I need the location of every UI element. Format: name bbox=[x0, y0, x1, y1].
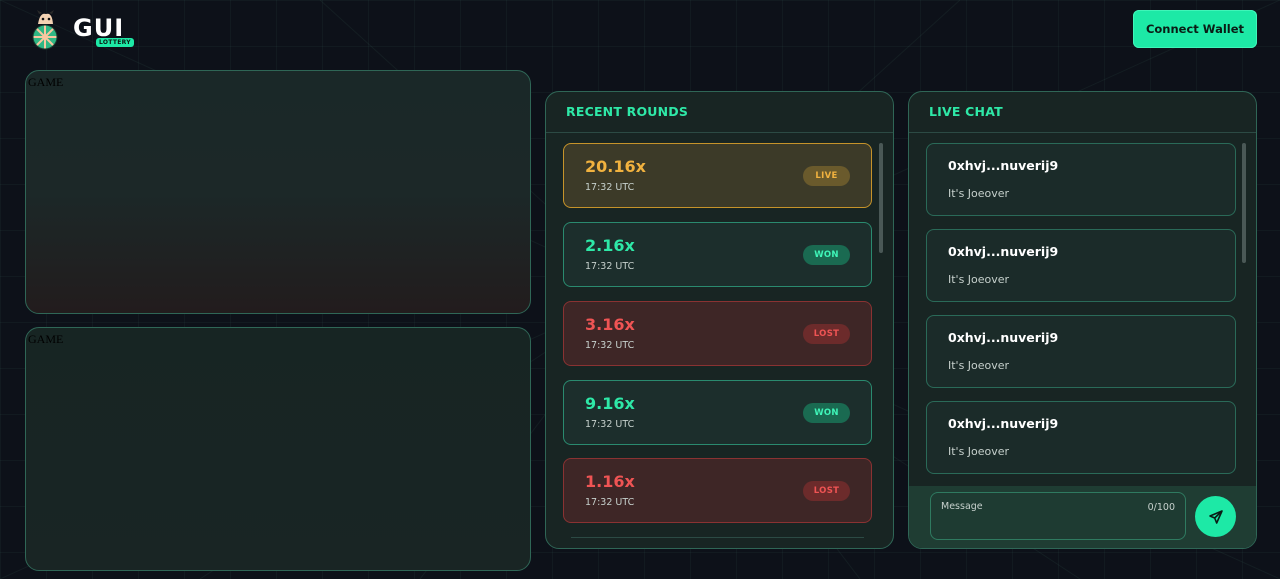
message-input[interactable] bbox=[941, 501, 1131, 512]
round-multiplier: 3.16x bbox=[585, 315, 635, 334]
chat-message: 0xhvj...nuverij9 It's Joeover bbox=[926, 315, 1236, 388]
game-panel-2[interactable]: GAME bbox=[25, 327, 531, 571]
live-chat-panel: LIVE CHAT 0xhvj...nuverij9 It's Joeover … bbox=[908, 91, 1257, 549]
send-icon bbox=[1208, 509, 1223, 524]
chat-text: It's Joeover bbox=[948, 187, 1010, 200]
round-status-badge: LOST bbox=[803, 324, 850, 344]
live-chat-title: LIVE CHAT bbox=[909, 92, 1256, 133]
round-card[interactable]: 3.16x 17:32 UTC LOST bbox=[563, 301, 872, 366]
round-multiplier: 9.16x bbox=[585, 394, 635, 413]
round-time: 17:32 UTC bbox=[585, 419, 635, 430]
round-card[interactable]: 20.16x 17:32 UTC LIVE bbox=[563, 143, 872, 208]
round-status-badge: LOST bbox=[803, 481, 850, 501]
chat-message: 0xhvj...nuverij9 It's Joeover bbox=[926, 401, 1236, 474]
chat-composer: 0/100 bbox=[909, 486, 1256, 548]
game-label: GAME bbox=[28, 332, 64, 346]
rounds-scrollbar[interactable] bbox=[879, 143, 883, 253]
round-multiplier: 20.16x bbox=[585, 157, 646, 176]
logo[interactable]: GUI LOTTERY bbox=[30, 10, 140, 52]
chat-message: 0xhvj...nuverij9 It's Joeover bbox=[926, 143, 1236, 216]
round-card[interactable]: 2.16x 17:32 UTC WON bbox=[563, 222, 872, 287]
round-multiplier: 2.16x bbox=[585, 236, 635, 255]
chat-username: 0xhvj...nuverij9 bbox=[948, 416, 1059, 431]
chat-text: It's Joeover bbox=[948, 273, 1010, 286]
chat-username: 0xhvj...nuverij9 bbox=[948, 244, 1059, 259]
round-time: 17:32 UTC bbox=[585, 261, 635, 272]
round-status-badge: WON bbox=[803, 245, 850, 265]
game-label: GAME bbox=[28, 75, 64, 89]
chat-message: 0xhvj...nuverij9 It's Joeover bbox=[926, 229, 1236, 302]
divider bbox=[571, 537, 864, 538]
chat-text: It's Joeover bbox=[948, 445, 1010, 458]
chat-username: 0xhvj...nuverij9 bbox=[948, 158, 1059, 173]
chat-username: 0xhvj...nuverij9 bbox=[948, 330, 1059, 345]
round-status-badge: WON bbox=[803, 403, 850, 423]
message-input-box[interactable]: 0/100 bbox=[930, 492, 1186, 540]
round-time: 17:32 UTC bbox=[585, 497, 635, 508]
round-time: 17:32 UTC bbox=[585, 182, 635, 193]
recent-rounds-title: RECENT ROUNDS bbox=[546, 92, 893, 133]
connect-wallet-button[interactable]: Connect Wallet bbox=[1133, 10, 1257, 48]
game-panel-1[interactable]: GAME bbox=[25, 70, 531, 314]
round-status-badge: LIVE bbox=[803, 166, 850, 186]
logo-badge: LOTTERY bbox=[96, 38, 134, 47]
chat-text: It's Joeover bbox=[948, 359, 1010, 372]
round-multiplier: 1.16x bbox=[585, 472, 635, 491]
round-card[interactable]: 9.16x 17:32 UTC WON bbox=[563, 380, 872, 445]
send-button[interactable] bbox=[1195, 496, 1236, 537]
round-time: 17:32 UTC bbox=[585, 340, 635, 351]
round-card[interactable]: 1.16x 17:32 UTC LOST bbox=[563, 458, 872, 523]
mascot-logo-icon bbox=[32, 10, 58, 50]
chat-scrollbar[interactable] bbox=[1242, 143, 1246, 263]
recent-rounds-panel: RECENT ROUNDS 20.16x 17:32 UTC LIVE 2.16… bbox=[545, 91, 894, 549]
char-counter: 0/100 bbox=[1147, 502, 1175, 513]
